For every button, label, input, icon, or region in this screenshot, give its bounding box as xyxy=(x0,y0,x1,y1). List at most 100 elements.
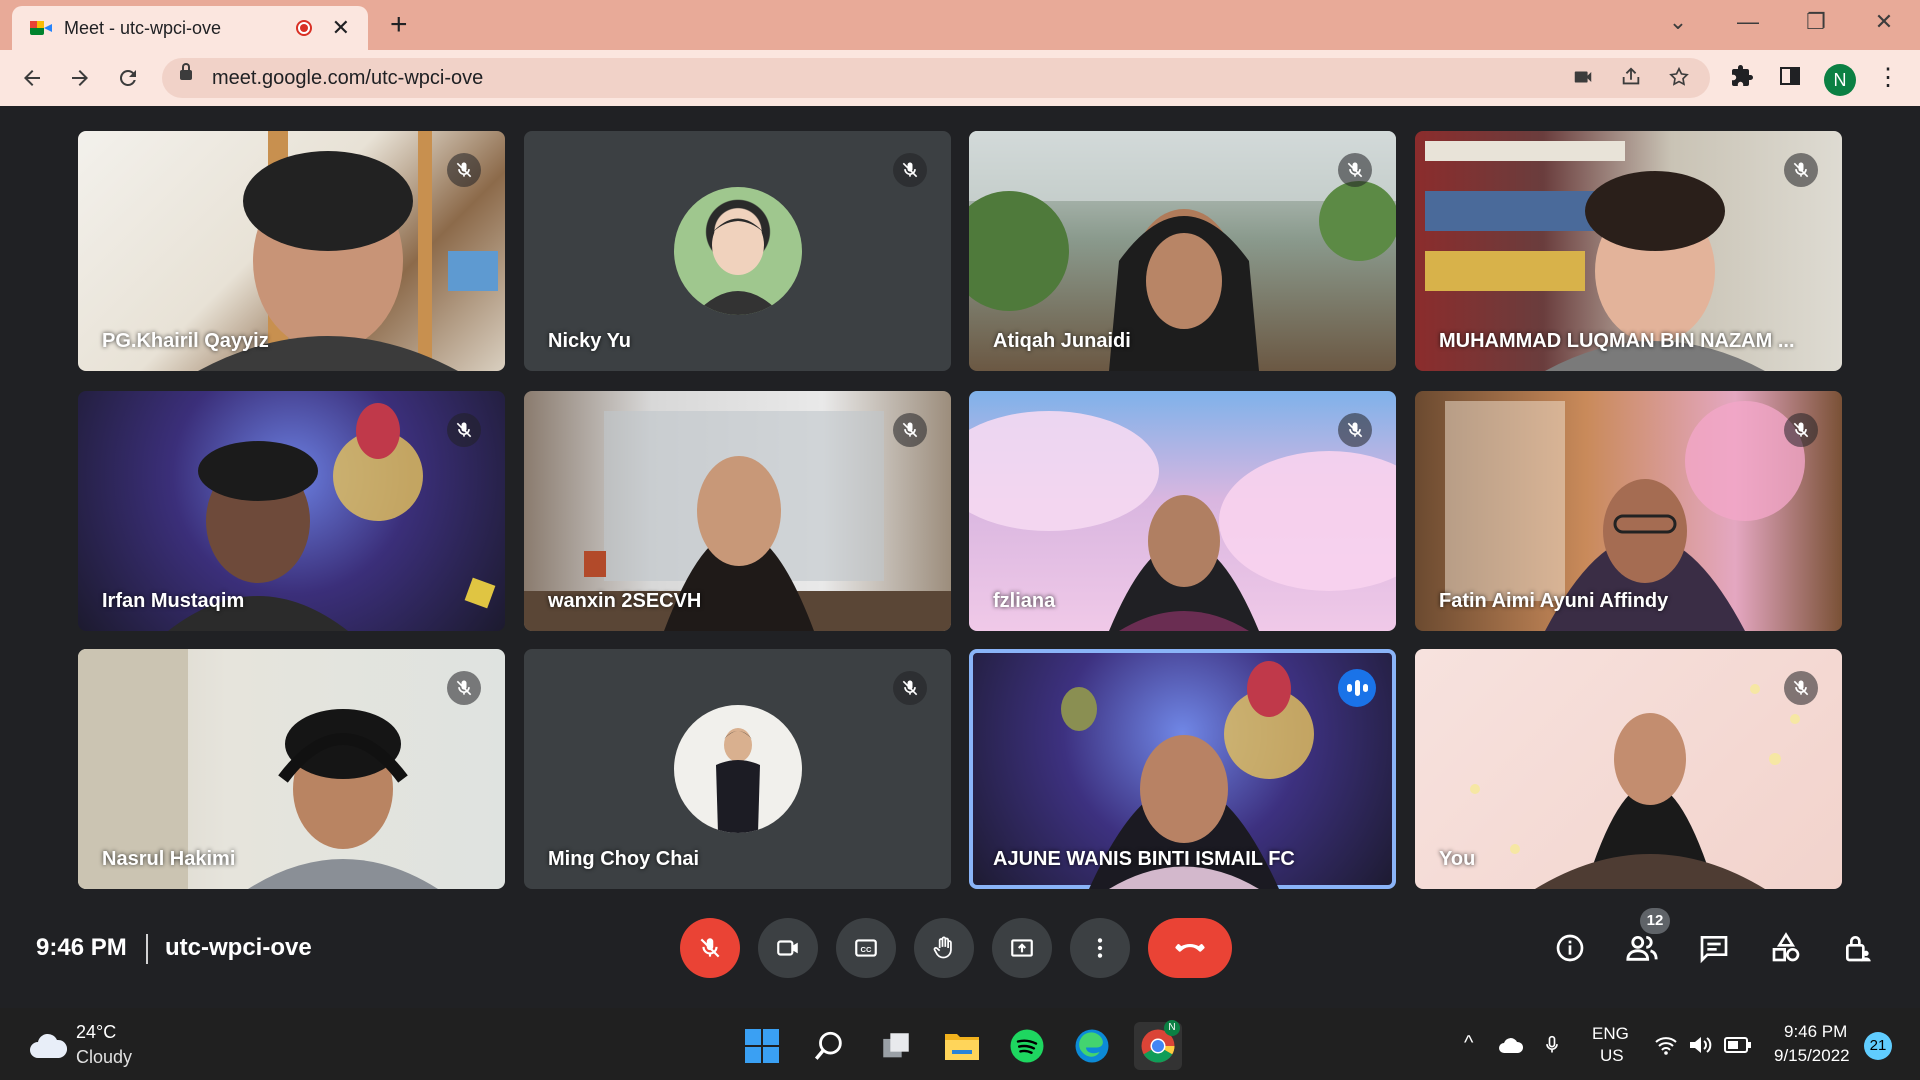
onedrive-cloud-icon[interactable] xyxy=(1498,1036,1524,1059)
arrow-right-icon xyxy=(72,70,88,86)
participant-tile[interactable]: MUHAMMAD LUQMAN BIN NAZAM ... xyxy=(1415,131,1842,371)
restore-button[interactable]: ❐ xyxy=(1788,6,1844,38)
taskbar-clock-time[interactable]: 9:46 PM xyxy=(1784,1022,1847,1042)
participant-name: Nicky Yu xyxy=(548,330,632,352)
mic-off-icon xyxy=(1784,413,1818,447)
profile-badge: N xyxy=(1164,1020,1180,1036)
more-options-button[interactable] xyxy=(1070,918,1130,978)
spotify-icon[interactable] xyxy=(1003,1022,1051,1070)
participant-name: Atiqah Junaidi xyxy=(993,330,1131,352)
task-view-icon[interactable] xyxy=(872,1022,920,1070)
minimize-button[interactable]: — xyxy=(1720,6,1776,38)
file-explorer-icon[interactable] xyxy=(938,1022,986,1070)
chrome-taskbar-icon[interactable]: N xyxy=(1134,1020,1182,1070)
leave-call-button[interactable] xyxy=(1148,918,1232,978)
participant-name: MUHAMMAD LUQMAN BIN NAZAM ... xyxy=(1439,330,1795,352)
raise-hand-button[interactable] xyxy=(914,918,974,978)
new-tab-button[interactable]: + xyxy=(390,8,408,42)
side-panel-icon[interactable] xyxy=(1778,64,1802,95)
chat-button[interactable] xyxy=(1694,928,1734,968)
notification-count-badge[interactable]: 21 xyxy=(1864,1032,1892,1060)
participant-tile[interactable]: Nasrul Hakimi xyxy=(78,649,505,889)
back-button[interactable] xyxy=(14,60,50,96)
chrome-menu-icon[interactable]: ⋮ xyxy=(1876,64,1900,92)
extensions-puzzle-icon[interactable] xyxy=(1730,64,1754,95)
divider xyxy=(146,934,148,964)
reload-button[interactable] xyxy=(110,60,146,96)
host-controls-button[interactable] xyxy=(1838,928,1878,968)
tab-title: Meet - utc-wpci-ove xyxy=(64,17,222,38)
language-indicator-bottom[interactable]: US xyxy=(1600,1046,1624,1066)
closed-captions-icon: CC xyxy=(855,939,877,957)
meeting-clock: 9:46 PM xyxy=(36,934,127,961)
tab-close-icon[interactable]: ✕ xyxy=(332,17,350,39)
activities-button[interactable] xyxy=(1766,928,1806,968)
browser-toolbar: meet.google.com/utc-wpci-ove ⋮ xyxy=(0,50,1920,106)
battery-icon[interactable] xyxy=(1724,1036,1752,1059)
participant-name: AJUNE WANIS BINTI ISMAIL FC xyxy=(993,848,1295,870)
weather-description[interactable]: Cloudy xyxy=(76,1047,132,1068)
participant-name: Nasrul Hakimi xyxy=(102,848,236,870)
forward-button[interactable] xyxy=(62,60,98,96)
lock-person-icon xyxy=(1846,936,1871,962)
mic-off-icon xyxy=(447,153,481,187)
share-icon[interactable] xyxy=(1620,66,1642,93)
mic-off-icon xyxy=(1338,413,1372,447)
participant-tile[interactable]: PG.Khairil Qayyiz xyxy=(78,131,505,371)
participant-tile[interactable]: You xyxy=(1415,649,1842,889)
toggle-microphone-button[interactable] xyxy=(680,918,740,978)
edge-browser-icon[interactable] xyxy=(1068,1022,1116,1070)
participant-tile[interactable]: fzliana xyxy=(969,391,1396,631)
tray-overflow-chevron-icon[interactable]: ^ xyxy=(1464,1032,1473,1055)
lock-icon xyxy=(180,63,192,80)
address-bar[interactable]: meet.google.com/utc-wpci-ove xyxy=(162,58,1710,98)
taskbar-clock-date[interactable]: 9/15/2022 xyxy=(1774,1046,1850,1066)
browser-titlebar: Meet - utc-wpci-ove ✕ + ⌄ — ❐ ✕ xyxy=(0,0,1920,50)
mic-off-icon xyxy=(1784,153,1818,187)
participant-avatar xyxy=(673,705,802,833)
raise-hand-icon xyxy=(933,936,952,959)
participant-name: fzliana xyxy=(993,590,1056,612)
wifi-icon[interactable] xyxy=(1654,1034,1678,1061)
language-indicator-top[interactable]: ENG xyxy=(1592,1024,1629,1044)
toggle-camera-button[interactable] xyxy=(758,918,818,978)
svg-text:CC: CC xyxy=(861,945,872,954)
mic-off-icon xyxy=(447,671,481,705)
mic-off-icon xyxy=(1784,671,1818,705)
participant-tile[interactable]: Atiqah Junaidi xyxy=(969,131,1396,371)
participant-tile[interactable]: wanxin 2SECVH xyxy=(524,391,951,631)
mic-off-icon xyxy=(893,413,927,447)
cloud-icon[interactable] xyxy=(28,1032,68,1065)
activities-shapes-icon xyxy=(1772,932,1800,962)
speaking-indicator-icon xyxy=(1338,669,1376,707)
participant-tile[interactable]: Nicky Yu xyxy=(524,131,951,371)
windows-start-icon[interactable] xyxy=(738,1022,786,1070)
participant-tile-active-speaker[interactable]: AJUNE WANIS BINTI ISMAIL FC xyxy=(969,649,1396,889)
present-screen-button[interactable] xyxy=(992,918,1052,978)
captions-button[interactable]: CC xyxy=(836,918,896,978)
meeting-code: utc-wpci-ove xyxy=(165,934,312,961)
chat-icon xyxy=(1700,936,1728,964)
close-window-button[interactable]: ✕ xyxy=(1856,6,1912,38)
tab-search-chevron-icon[interactable]: ⌄ xyxy=(1650,6,1706,38)
participant-name: Irfan Mustaqim xyxy=(102,590,245,612)
weather-temperature[interactable]: 24°C xyxy=(76,1022,116,1043)
participant-name: Ming Choy Chai xyxy=(548,848,700,870)
volume-icon[interactable] xyxy=(1688,1034,1714,1061)
microphone-icon[interactable] xyxy=(1542,1032,1562,1063)
mic-off-icon xyxy=(893,671,927,705)
participant-video xyxy=(1470,684,1800,889)
participant-name: Fatin Aimi Ayuni Affindy xyxy=(1439,590,1669,612)
participant-tile[interactable]: Irfan Mustaqim xyxy=(78,391,505,631)
profile-avatar[interactable]: N xyxy=(1824,64,1856,96)
info-icon xyxy=(1556,934,1584,962)
search-icon[interactable] xyxy=(805,1022,853,1070)
mic-off-icon xyxy=(1338,153,1372,187)
people-button[interactable] xyxy=(1622,928,1662,968)
browser-tab[interactable]: Meet - utc-wpci-ove ✕ xyxy=(12,6,368,50)
participant-tile[interactable]: Ming Choy Chai xyxy=(524,649,951,889)
meeting-details-button[interactable] xyxy=(1550,928,1590,968)
bookmark-star-icon[interactable] xyxy=(1668,66,1690,93)
camera-in-use-icon[interactable] xyxy=(1572,66,1594,93)
participant-tile[interactable]: Fatin Aimi Ayuni Affindy xyxy=(1415,391,1842,631)
